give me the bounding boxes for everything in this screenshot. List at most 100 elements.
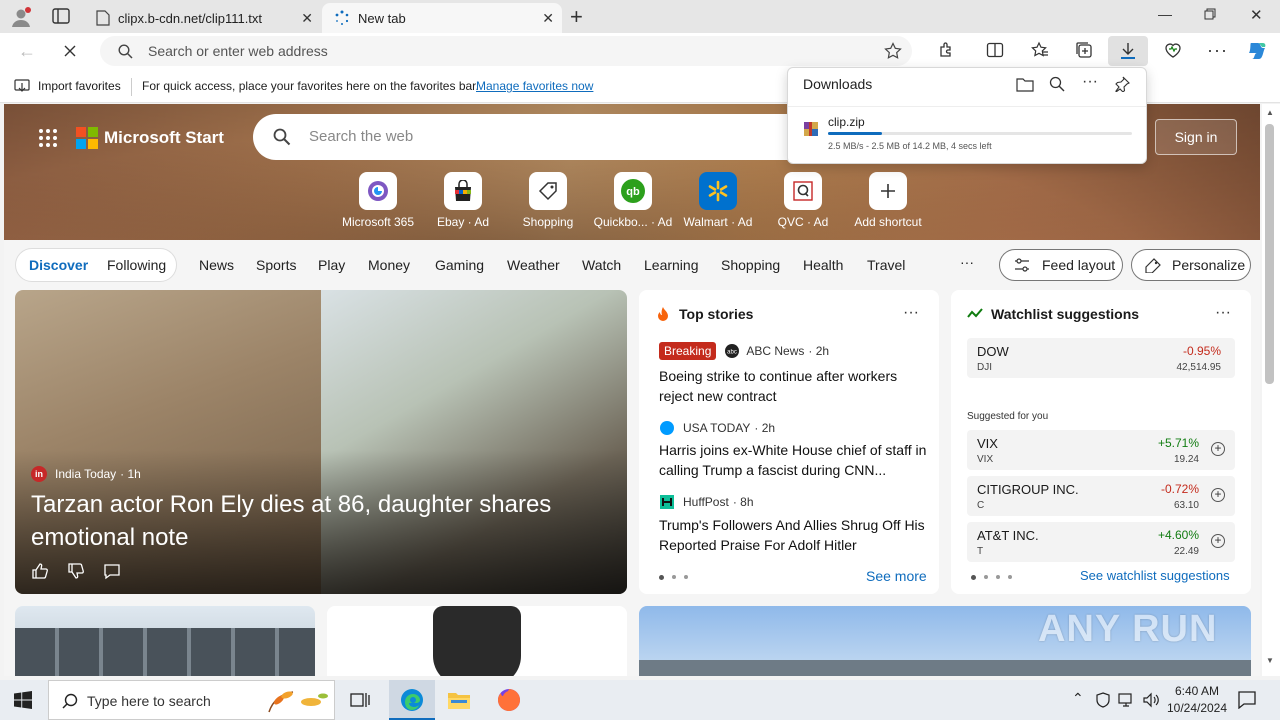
taskbar-search-box[interactable]: Type here to search [48, 680, 335, 720]
taskbar-edge-app[interactable] [389, 680, 435, 720]
nav-watch[interactable]: Watch [582, 257, 621, 273]
close-window-icon[interactable]: ✕ [1250, 6, 1263, 24]
nav-shopping[interactable]: Shopping [721, 257, 780, 273]
nav-travel[interactable]: Travel [867, 257, 905, 273]
scroll-up-icon[interactable]: ▲ [1266, 108, 1274, 117]
back-arrow-icon[interactable]: ← [18, 41, 36, 62]
nav-learning[interactable]: Learning [644, 257, 699, 273]
settings-more-icon[interactable]: ··· [1207, 40, 1228, 61]
news-card-watch[interactable] [327, 606, 627, 676]
favorite-star-icon[interactable] [884, 42, 902, 60]
extensions-icon[interactable] [938, 41, 956, 59]
shortcut-microsoft-365[interactable]: Microsoft 365 [338, 172, 418, 229]
tab-actions-icon[interactable] [52, 8, 70, 24]
nav-sports[interactable]: Sports [256, 257, 296, 273]
address-bar[interactable]: Search or enter web address [100, 36, 912, 66]
shortcut-add[interactable]: Add shortcut [848, 172, 928, 229]
comment-icon[interactable] [103, 562, 121, 580]
dot[interactable] [1008, 575, 1012, 579]
nav-money[interactable]: Money [368, 257, 410, 273]
dot[interactable] [984, 575, 988, 579]
hero-headline[interactable]: Tarzan actor Ron Ely dies at 86, daughte… [31, 488, 591, 554]
tab-discover[interactable]: Discover [29, 257, 88, 273]
microsoft-start-logo[interactable]: Microsoft Start [76, 127, 224, 149]
clock-date[interactable]: 10/24/2024 [1164, 701, 1230, 715]
add-to-watchlist-icon[interactable]: + [1211, 488, 1225, 502]
see-more-link[interactable]: See more [866, 568, 927, 584]
feed-layout-button[interactable]: Feed layout [999, 249, 1123, 281]
split-screen-icon[interactable] [986, 41, 1004, 59]
stock-row-att[interactable]: AT&T INC. T +4.60% 22.49 + [967, 522, 1235, 562]
dot[interactable] [684, 575, 688, 579]
network-icon[interactable] [1118, 692, 1136, 708]
sign-in-button[interactable]: Sign in [1155, 119, 1237, 155]
windows-start-icon[interactable] [14, 691, 32, 709]
top-stories-more-icon[interactable]: ··· [903, 304, 919, 322]
hero-story-card[interactable]: in India Today · 1h Tarzan actor Ron Ely… [15, 290, 627, 594]
volume-icon[interactable] [1142, 692, 1160, 708]
see-watchlist-link[interactable]: See watchlist suggestions [1080, 568, 1230, 583]
shortcut-qvc[interactable]: QVC · Ad [763, 172, 843, 229]
web-search-box[interactable]: Search the web [253, 114, 813, 160]
stock-row-vix[interactable]: VIX VIX +5.71% 19.24 + [967, 430, 1235, 470]
shortcut-ebay[interactable]: Ebay · Ad [423, 172, 503, 229]
new-tab-plus-icon[interactable]: + [570, 4, 583, 30]
show-hidden-icons-icon[interactable]: ⌃ [1072, 690, 1084, 707]
story-headline[interactable]: Boeing strike to continue after workers … [659, 366, 921, 406]
add-to-watchlist-icon[interactable]: + [1211, 534, 1225, 548]
add-to-watchlist-icon[interactable]: + [1211, 442, 1225, 456]
copilot-icon[interactable] [1245, 39, 1269, 63]
scroll-down-icon[interactable]: ▼ [1266, 656, 1274, 665]
dot-active[interactable] [659, 575, 664, 580]
apps-launcher-icon[interactable] [38, 128, 58, 148]
manage-favorites-link[interactable]: Manage favorites now [476, 79, 593, 93]
nav-weather[interactable]: Weather [507, 257, 560, 273]
close-tab-icon[interactable]: ✕ [301, 10, 313, 27]
notifications-icon[interactable] [1238, 691, 1256, 709]
shortcut-walmart[interactable]: Walmart · Ad [678, 172, 758, 229]
nav-play[interactable]: Play [318, 257, 345, 273]
dow-row[interactable]: DOW DJI -0.95% 42,514.95 [967, 338, 1235, 378]
news-card-building[interactable] [15, 606, 315, 676]
search-downloads-icon[interactable] [1049, 76, 1065, 92]
import-favorites-button[interactable]: Import favorites [14, 79, 121, 93]
tab-new-tab[interactable]: New tab ✕ [322, 3, 562, 33]
clock-time[interactable]: 6:40 AM [1172, 684, 1222, 698]
thumbs-up-icon[interactable] [31, 562, 49, 580]
task-view-icon[interactable] [350, 691, 370, 709]
nav-health[interactable]: Health [803, 257, 843, 273]
file-explorer-icon[interactable] [447, 690, 471, 710]
tab-following[interactable]: Following [107, 257, 166, 273]
security-shield-icon[interactable] [1096, 692, 1110, 708]
downloads-button[interactable] [1108, 36, 1148, 66]
download-item[interactable]: clip.zip 2.5 MB/s - 2.5 MB of 14.2 MB, 4… [788, 110, 1146, 160]
firefox-icon[interactable] [497, 688, 521, 712]
tab-clip-txt[interactable]: clipx.b-cdn.net/clip111.txt ✕ [84, 3, 321, 33]
nav-news[interactable]: News [199, 257, 234, 273]
close-tab-icon[interactable]: ✕ [542, 10, 554, 27]
open-folder-icon[interactable] [1016, 77, 1034, 93]
scroll-thumb[interactable] [1265, 124, 1274, 384]
nav-more-icon[interactable]: ··· [960, 254, 974, 270]
nav-gaming[interactable]: Gaming [435, 257, 484, 273]
browser-essentials-icon[interactable] [1163, 41, 1183, 59]
favorites-icon[interactable] [1031, 41, 1049, 59]
stock-row-citigroup[interactable]: CITIGROUP INC. C -0.72% 63.10 + [967, 476, 1235, 516]
page-scrollbar[interactable]: ▲ ▼ [1262, 104, 1280, 676]
profile-avatar-icon[interactable] [10, 6, 32, 28]
story-headline[interactable]: Harris joins ex-White House chief of sta… [659, 440, 927, 480]
shortcut-shopping[interactable]: Shopping [508, 172, 588, 229]
minimize-icon[interactable]: — [1158, 6, 1172, 22]
collections-icon[interactable] [1075, 41, 1093, 59]
dot[interactable] [672, 575, 676, 579]
downloads-more-icon[interactable]: ··· [1082, 73, 1098, 91]
restore-icon[interactable] [1204, 8, 1216, 20]
stop-loading-icon[interactable] [62, 43, 78, 59]
pin-icon[interactable] [1114, 76, 1130, 92]
story-headline[interactable]: Trump's Followers And Allies Shrug Off H… [659, 515, 927, 555]
dot-active[interactable] [971, 575, 976, 580]
shortcut-quickbooks[interactable]: qb Quickbo... · Ad [593, 172, 673, 229]
personalize-button[interactable]: Personalize [1131, 249, 1251, 281]
thumbs-down-icon[interactable] [67, 562, 85, 580]
dot[interactable] [996, 575, 1000, 579]
